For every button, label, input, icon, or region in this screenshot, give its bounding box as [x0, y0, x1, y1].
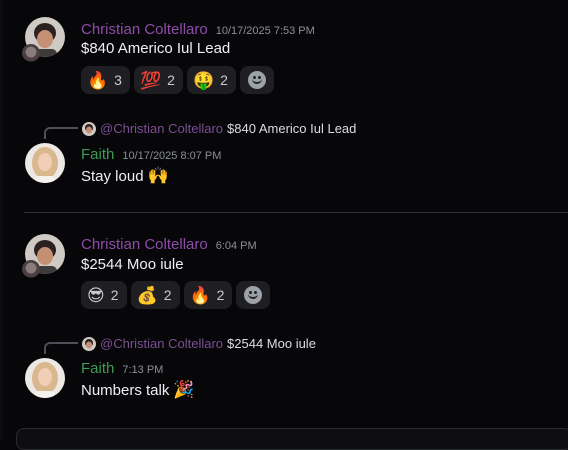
raised-hands-emoji: 🙌	[147, 166, 169, 185]
fire-emoji: 🔥	[189, 285, 211, 305]
reply-spine	[44, 342, 78, 354]
reactions: 😎 2 💰 2 🔥 2	[81, 281, 271, 309]
timestamp[interactable]: 7:13 PM	[122, 364, 163, 376]
message-text: $840 Americo Iul Lead	[81, 40, 231, 57]
avatar-decoration-icon	[22, 260, 40, 278]
message-header: Faith 7:13 PM	[81, 360, 163, 377]
reaction-count: 3	[114, 72, 122, 88]
sunglasses-emoji: 😎	[87, 285, 105, 305]
channel-edge	[0, 0, 3, 440]
message-text: Stay loud	[81, 167, 144, 185]
username[interactable]: Faith	[81, 360, 114, 377]
reaction-hundred[interactable]: 💯 2	[133, 66, 183, 94]
reaction-fire[interactable]: 🔥 3	[81, 66, 130, 94]
message-header: Christian Coltellaro 10/17/2025 7:53 PM	[81, 21, 315, 38]
reaction-count: 2	[167, 72, 175, 88]
reaction-money-mouth[interactable]: 🤑 2	[186, 66, 236, 94]
reply-reference[interactable]: @Christian Coltellaro $2544 Moo iule	[82, 336, 316, 351]
reaction-fire[interactable]: 🔥 2	[183, 281, 233, 309]
reaction-count: 2	[110, 287, 119, 303]
reaction-sunglasses[interactable]: 😎 2	[81, 281, 127, 309]
timestamp[interactable]: 10/17/2025 7:53 PM	[216, 25, 315, 37]
date-divider	[24, 212, 568, 213]
reply-author: @Christian Coltellaro	[100, 336, 224, 351]
reaction-count: 2	[216, 287, 225, 303]
timestamp[interactable]: 6:04 PM	[216, 240, 257, 252]
reaction-money-bag[interactable]: 💰 2	[130, 281, 180, 309]
money-mouth-emoji: 🤑	[192, 70, 215, 90]
message-text: $2544 Moo iule	[81, 256, 184, 273]
avatar[interactable]	[25, 358, 65, 398]
message-header: Faith 10/17/2025 8:07 PM	[81, 146, 221, 163]
message-text: Numbers talk	[81, 381, 170, 399]
add-reaction-button[interactable]	[236, 281, 271, 309]
message-input[interactable]	[16, 428, 568, 450]
add-reaction-button[interactable]	[239, 66, 274, 94]
timestamp[interactable]: 10/17/2025 8:07 PM	[122, 150, 221, 162]
message-header: Christian Coltellaro 6:04 PM	[81, 236, 257, 253]
money-bag-emoji: 💰	[136, 285, 158, 305]
reply-text: $2544 Moo iule	[227, 336, 316, 351]
avatar[interactable]	[25, 143, 65, 183]
username[interactable]: Christian Coltellaro	[81, 21, 208, 38]
username[interactable]: Christian Coltellaro	[81, 236, 208, 253]
party-popper-emoji: 🎉	[173, 380, 195, 399]
reply-reference[interactable]: @Christian Coltellaro $840 Americo Iul L…	[82, 121, 356, 136]
avatar-decoration-icon	[22, 44, 40, 62]
hundred-emoji: 💯	[139, 70, 162, 90]
reply-avatar	[82, 336, 96, 351]
message-content: Numbers talk 🎉	[81, 380, 195, 400]
username[interactable]: Faith	[81, 146, 114, 163]
message-content: Stay loud 🙌	[81, 166, 169, 186]
reaction-count: 2	[220, 72, 228, 88]
smiley-icon	[244, 286, 263, 304]
fire-emoji: 🔥	[87, 70, 109, 90]
reply-avatar	[82, 121, 96, 136]
reply-text: $840 Americo Iul Lead	[227, 121, 357, 136]
reactions: 🔥 3 💯 2 🤑 2	[81, 66, 274, 94]
reply-author: @Christian Coltellaro	[100, 121, 224, 136]
reaction-count: 2	[163, 287, 172, 303]
reply-spine	[44, 127, 78, 139]
smiley-icon	[247, 71, 266, 89]
